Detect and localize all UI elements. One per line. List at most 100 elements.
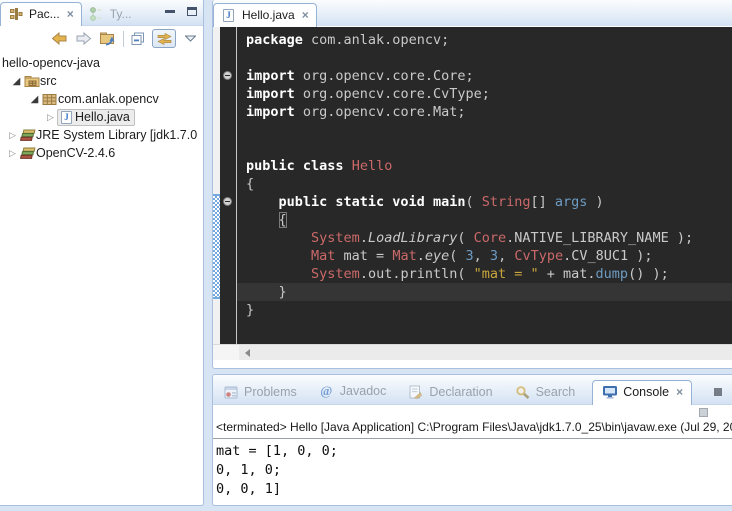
tree-item-src[interactable]: ◢src <box>0 72 203 90</box>
tree-expander-icon[interactable]: ▷ <box>6 148 19 159</box>
fold-marker-icon[interactable] <box>223 71 232 80</box>
code-line[interactable]: System.out.println( "mat = " + mat.dump(… <box>237 265 732 283</box>
view-tab-pac-[interactable]: Pac...× <box>0 2 82 26</box>
fold-marker-icon[interactable] <box>223 197 232 206</box>
tree-item-hello-java[interactable]: ▷JHello.java <box>0 108 203 126</box>
bottom-tab-javadoc[interactable]: @Javadoc <box>314 378 391 404</box>
tree-expander-icon[interactable]: ▷ <box>6 130 19 141</box>
tree-expander-icon[interactable]: ◢ <box>28 94 41 105</box>
code-token: , <box>474 248 490 264</box>
view-menu-button[interactable] <box>183 35 196 42</box>
bottom-tab-problems[interactable]: Problems <box>218 380 301 404</box>
code-token: org.opencv.core.Mat; <box>295 104 466 120</box>
bottom-tab-bug-explorer[interactable]: Bug Explorer <box>705 380 732 404</box>
hscroll-track[interactable] <box>239 345 732 360</box>
scroll-left-arrow-icon[interactable] <box>245 349 250 357</box>
package-explorer-toolbar <box>0 26 203 51</box>
code-token: import <box>246 104 295 120</box>
toolbar-separator <box>123 31 124 47</box>
maximize-panel-button[interactable] <box>186 5 198 17</box>
back-button[interactable] <box>51 32 68 45</box>
console-process-label: <terminated> Hello [Java Application] C:… <box>216 419 732 436</box>
code-token: 3 <box>466 248 474 264</box>
folding-ruler[interactable] <box>220 27 236 344</box>
code-token: ) <box>587 194 603 210</box>
code-token: Mat <box>392 248 416 264</box>
tree-expander-icon[interactable]: ▷ <box>44 112 57 123</box>
code-line[interactable]: { <box>237 175 732 193</box>
console-line: 0, 1, 0; <box>216 461 732 480</box>
code-token <box>344 158 352 174</box>
collapse-all-button[interactable] <box>131 32 145 46</box>
code-token: .CV_8UC1 ); <box>563 248 652 264</box>
code-token: ( <box>449 248 465 264</box>
code-token: System <box>311 266 360 282</box>
code-token: } <box>246 284 287 300</box>
current-code-line[interactable]: } <box>237 283 732 301</box>
code-token: 3 <box>490 248 498 264</box>
code-line[interactable]: import org.opencv.core.Core; <box>237 67 732 85</box>
library-icon <box>19 147 36 160</box>
package-icon <box>41 93 58 106</box>
view-tab-ty-[interactable]: Ty... <box>82 3 139 25</box>
editor-tab-hello-java[interactable]: JHello.java× <box>213 3 317 27</box>
code-token <box>246 266 311 282</box>
close-icon[interactable]: × <box>302 8 309 22</box>
console-output[interactable]: mat = [1, 0, 0; 0, 1, 0; 0, 0, 1] <box>213 439 732 499</box>
close-icon[interactable]: × <box>676 385 683 399</box>
tree-item-jre-system-library-jdk1-7-0[interactable]: ▷ JRE System Library [jdk1.7.0 <box>0 126 203 144</box>
code-token <box>246 248 311 264</box>
editor-body: package com.anlak.opencv; import org.open… <box>213 27 732 344</box>
code-line[interactable]: public static void main( String[] args ) <box>237 193 732 211</box>
code-token: public static void main <box>279 194 466 210</box>
vertical-ruler[interactable] <box>213 27 220 344</box>
range-indicator <box>213 194 220 299</box>
minimize-icon <box>165 10 175 13</box>
code-token: "mat = " <box>474 266 539 282</box>
bottom-tab-search[interactable]: Search <box>510 380 580 404</box>
code-line[interactable]: Mat mat = Mat.eye( 3, 3, CvType.CV_8UC1 … <box>237 247 732 265</box>
tree-item-opencv-2-4-6[interactable]: ▷OpenCV-2.4.6 <box>0 144 203 162</box>
code-line[interactable]: public class Hello <box>237 157 732 175</box>
code-token: () ); <box>628 266 669 282</box>
tree-item-label: hello-opencv-java <box>2 56 100 70</box>
console-toolbar-icon[interactable] <box>699 408 708 417</box>
bottom-tab-console[interactable]: Console× <box>592 380 692 405</box>
code-token: import <box>246 86 295 102</box>
editor-hscrollbar[interactable] <box>213 344 732 360</box>
link-editor-button[interactable] <box>152 29 176 48</box>
type-hierarchy-icon <box>88 7 105 21</box>
code-line[interactable]: import org.opencv.core.CvType; <box>237 85 732 103</box>
up-folder-button[interactable] <box>99 31 116 46</box>
code-line[interactable] <box>237 139 732 157</box>
code-editor[interactable]: package com.anlak.opencv; import org.open… <box>237 27 732 344</box>
code-token: mat = <box>335 248 392 264</box>
tree-item-com-anlak-opencv[interactable]: ◢com.anlak.opencv <box>0 90 203 108</box>
code-line[interactable] <box>237 49 732 67</box>
package-folder-icon <box>23 74 40 88</box>
code-line[interactable]: { <box>237 211 732 229</box>
forward-button[interactable] <box>75 32 92 45</box>
bottom-tab-declaration[interactable]: Declaration <box>403 380 496 404</box>
tree-item-hello-opencv-java[interactable]: hello-opencv-java <box>0 54 203 72</box>
editor-panel: JHello.java× package com.anlak.opencv; im… <box>212 0 732 369</box>
code-token: { <box>246 176 254 192</box>
eclipse-window: Pac...× Ty... hello-opencv-java ◢src◢com.a… <box>0 0 732 511</box>
code-token: String <box>482 194 531 210</box>
code-line[interactable]: } <box>237 301 732 319</box>
tab-label: Javadoc <box>340 384 387 398</box>
minimize-panel-button[interactable] <box>164 5 176 17</box>
code-token: public class <box>246 158 344 174</box>
code-line[interactable]: import org.opencv.core.Mat; <box>237 103 732 121</box>
project-tree: hello-opencv-java◢src◢com.anlak.opencv▷J… <box>0 51 203 162</box>
tree-item-label: JRE System Library [jdk1.7.0 <box>36 128 197 142</box>
tree-expander-icon[interactable]: ◢ <box>10 76 23 87</box>
tab-label: Declaration <box>429 385 492 399</box>
code-line[interactable]: System.LoadLibrary( Core.NATIVE_LIBRARY_… <box>237 229 732 247</box>
java-file-icon: J <box>58 111 75 124</box>
close-icon[interactable]: × <box>67 7 74 21</box>
tab-label: Ty... <box>110 7 132 21</box>
vertical-sash[interactable] <box>204 0 212 511</box>
code-line[interactable]: package com.anlak.opencv; <box>237 31 732 49</box>
code-line[interactable] <box>237 121 732 139</box>
